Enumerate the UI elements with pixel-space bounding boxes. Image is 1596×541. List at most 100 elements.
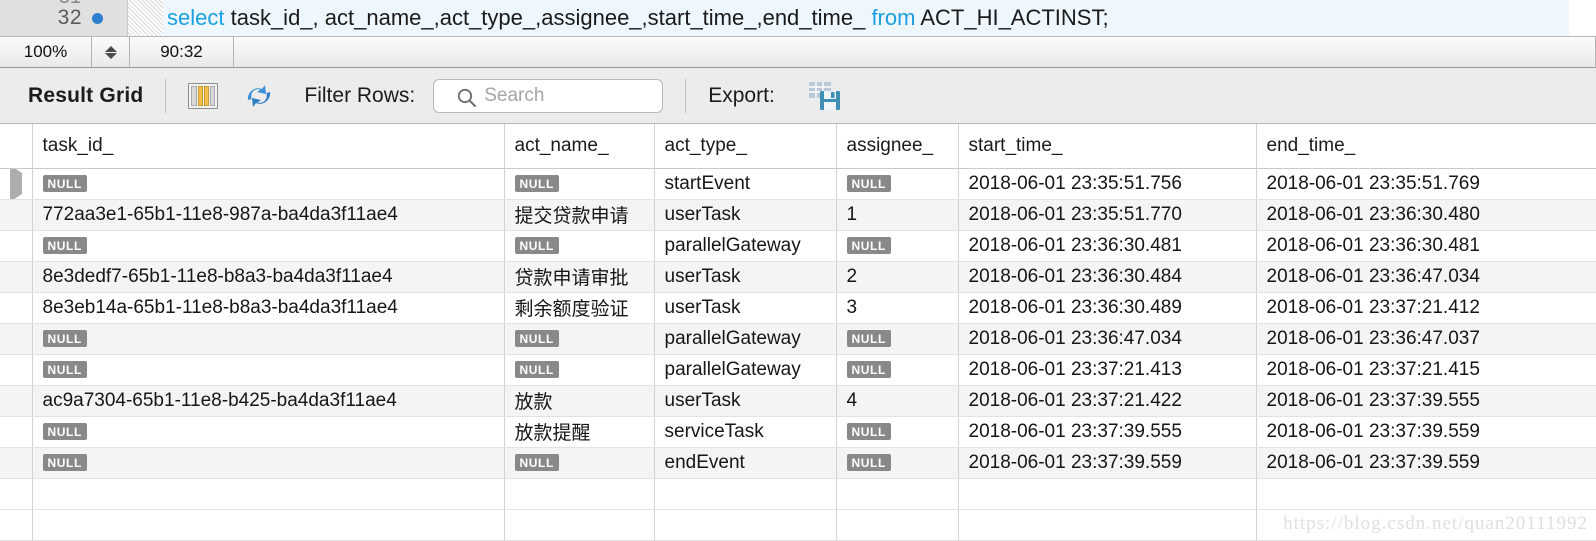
cell-start-time[interactable]: 2018-06-01 23:36:30.489 xyxy=(958,292,1257,324)
table-row[interactable]: NULL NULL parallelGateway NULL 2018-06-01 23… xyxy=(0,354,1596,386)
row-marker-cell[interactable] xyxy=(0,416,33,448)
empty-cell[interactable] xyxy=(0,478,33,510)
empty-cell[interactable] xyxy=(654,478,837,510)
cell-act-name[interactable]: 剩余额度验证 xyxy=(504,292,655,324)
cell-end-time[interactable]: 2018-06-01 23:35:51.769 xyxy=(1256,168,1596,200)
empty-cell[interactable] xyxy=(504,509,655,541)
cell-act-type[interactable]: userTask xyxy=(654,199,837,231)
column-header-act-name[interactable]: act_name_ xyxy=(504,124,655,169)
cell-act-type[interactable]: parallelGateway xyxy=(654,354,837,386)
export-save-icon[interactable] xyxy=(807,80,843,112)
empty-row[interactable] xyxy=(0,509,1596,541)
row-marker-cell[interactable] xyxy=(0,261,33,293)
cell-act-name[interactable]: NULL xyxy=(504,447,655,479)
cell-assignee[interactable]: NULL xyxy=(836,323,959,355)
cell-task-id[interactable]: NULL xyxy=(32,168,505,200)
row-marker-cell[interactable] xyxy=(0,447,33,479)
cell-start-time[interactable]: 2018-06-01 23:35:51.756 xyxy=(958,168,1257,200)
cell-act-type[interactable]: userTask xyxy=(654,385,837,417)
empty-cell[interactable] xyxy=(654,509,837,541)
empty-cell[interactable] xyxy=(958,478,1257,510)
cell-task-id[interactable]: NULL xyxy=(32,447,505,479)
cell-act-name[interactable]: 提交贷款申请 xyxy=(504,199,655,231)
cell-end-time[interactable]: 2018-06-01 23:36:30.480 xyxy=(1256,199,1596,231)
cell-act-name[interactable]: NULL xyxy=(504,230,655,262)
cell-assignee[interactable]: NULL xyxy=(836,447,959,479)
breakpoint-dot-icon[interactable] xyxy=(92,12,103,24)
cell-task-id[interactable]: 8e3dedf7-65b1-11e8-b8a3-ba4da3f11ae4 xyxy=(32,261,505,293)
cell-start-time[interactable]: 2018-06-01 23:36:30.484 xyxy=(958,261,1257,293)
zoom-level-value[interactable]: 100% xyxy=(0,37,92,67)
sql-query-line[interactable]: select task_id_, act_name_,act_type_,ass… xyxy=(163,0,1569,36)
row-marker-cell[interactable] xyxy=(0,168,33,200)
empty-cell[interactable] xyxy=(1256,509,1596,541)
cell-assignee[interactable]: 1 xyxy=(836,199,959,231)
cell-act-type[interactable]: userTask xyxy=(654,261,837,293)
cell-assignee[interactable]: NULL xyxy=(836,354,959,386)
cell-act-name[interactable]: NULL xyxy=(504,354,655,386)
cell-assignee[interactable]: 2 xyxy=(836,261,959,293)
cell-start-time[interactable]: 2018-06-01 23:36:30.481 xyxy=(958,230,1257,262)
table-row[interactable]: 772aa3e1-65b1-11e8-987a-ba4da3f11ae4 提交贷款… xyxy=(0,199,1596,231)
grid-view-icon[interactable] xyxy=(188,82,219,109)
cell-act-type[interactable]: serviceTask xyxy=(654,416,837,448)
cell-start-time[interactable]: 2018-06-01 23:35:51.770 xyxy=(958,199,1257,231)
cell-act-type[interactable]: endEvent xyxy=(654,447,837,479)
cell-task-id[interactable]: 8e3eb14a-65b1-11e8-b8a3-ba4da3f11ae4 xyxy=(32,292,505,324)
column-header-end-time[interactable]: end_time_ xyxy=(1256,124,1596,169)
row-marker-cell[interactable] xyxy=(0,230,33,262)
cell-end-time[interactable]: 2018-06-01 23:37:39.555 xyxy=(1256,385,1596,417)
cell-start-time[interactable]: 2018-06-01 23:37:21.422 xyxy=(958,385,1257,417)
cell-end-time[interactable]: 2018-06-01 23:37:21.415 xyxy=(1256,354,1596,386)
cell-end-time[interactable]: 2018-06-01 23:37:39.559 xyxy=(1256,416,1596,448)
table-row[interactable]: NULL NULL endEvent NULL 2018-06-01 23:37:39.… xyxy=(0,447,1596,479)
cell-task-id[interactable]: ac9a7304-65b1-11e8-b425-ba4da3f11ae4 xyxy=(32,385,505,417)
cell-task-id[interactable]: NULL xyxy=(32,416,505,448)
zoom-stepper[interactable] xyxy=(92,37,130,67)
column-header-task-id[interactable]: task_id_ xyxy=(32,124,505,169)
refresh-icon[interactable] xyxy=(244,82,274,110)
cell-end-time[interactable]: 2018-06-01 23:36:47.037 xyxy=(1256,323,1596,355)
empty-cell[interactable] xyxy=(836,478,959,510)
cell-start-time[interactable]: 2018-06-01 23:37:39.559 xyxy=(958,447,1257,479)
cell-act-type[interactable]: startEvent xyxy=(654,168,837,200)
cell-act-type[interactable]: userTask xyxy=(654,292,837,324)
empty-cell[interactable] xyxy=(32,478,505,510)
cell-task-id[interactable]: NULL xyxy=(32,230,505,262)
cell-act-type[interactable]: parallelGateway xyxy=(654,323,837,355)
cell-assignee[interactable]: 4 xyxy=(836,385,959,417)
cell-act-name[interactable]: 放款 xyxy=(504,385,655,417)
empty-cell[interactable] xyxy=(0,509,33,541)
column-header-start-time[interactable]: start_time_ xyxy=(958,124,1257,169)
empty-cell[interactable] xyxy=(32,509,505,541)
search-input[interactable]: Search xyxy=(433,78,664,113)
cell-act-name[interactable]: 贷款申请审批 xyxy=(504,261,655,293)
cell-end-time[interactable]: 2018-06-01 23:37:39.559 xyxy=(1256,447,1596,479)
cell-task-id[interactable]: NULL xyxy=(32,323,505,355)
table-row[interactable]: NULL 放款提醒 serviceTask NULL 2018-06-01 23:37:… xyxy=(0,416,1596,448)
cell-start-time[interactable]: 2018-06-01 23:37:39.555 xyxy=(958,416,1257,448)
table-row[interactable]: 8e3dedf7-65b1-11e8-b8a3-ba4da3f11ae4 贷款申请… xyxy=(0,261,1596,293)
cell-assignee[interactable]: 3 xyxy=(836,292,959,324)
cell-task-id[interactable]: NULL xyxy=(32,354,505,386)
table-row[interactable]: NULL NULL parallelGateway NULL 2018-06-01 23… xyxy=(0,230,1596,262)
table-row[interactable]: ac9a7304-65b1-11e8-b425-ba4da3f11ae4 放款 us… xyxy=(0,385,1596,417)
cell-end-time[interactable]: 2018-06-01 23:36:47.034 xyxy=(1256,261,1596,293)
empty-cell[interactable] xyxy=(836,509,959,541)
column-header-assignee[interactable]: assignee_ xyxy=(836,124,959,169)
cell-start-time[interactable]: 2018-06-01 23:36:47.034 xyxy=(958,323,1257,355)
cell-assignee[interactable]: NULL xyxy=(836,168,959,200)
chevron-up-icon[interactable] xyxy=(104,45,117,52)
empty-row[interactable] xyxy=(0,478,1596,510)
cell-assignee[interactable]: NULL xyxy=(836,416,959,448)
cell-start-time[interactable]: 2018-06-01 23:37:21.413 xyxy=(958,354,1257,386)
column-header-act-type[interactable]: act_type_ xyxy=(654,124,837,169)
row-marker-cell[interactable] xyxy=(0,199,33,231)
chevron-down-icon[interactable] xyxy=(104,52,117,59)
table-row[interactable]: 8e3eb14a-65b1-11e8-b8a3-ba4da3f11ae4 剩余额度… xyxy=(0,292,1596,324)
cell-end-time[interactable]: 2018-06-01 23:37:21.412 xyxy=(1256,292,1596,324)
table-row[interactable]: NULL NULL parallelGateway NULL 2018-06-01 23… xyxy=(0,323,1596,355)
table-row[interactable]: NULL NULL startEvent NULL 2018-06-01 23:35:5… xyxy=(0,168,1596,200)
row-marker-cell[interactable] xyxy=(0,292,33,324)
cell-act-name[interactable]: 放款提醒 xyxy=(504,416,655,448)
